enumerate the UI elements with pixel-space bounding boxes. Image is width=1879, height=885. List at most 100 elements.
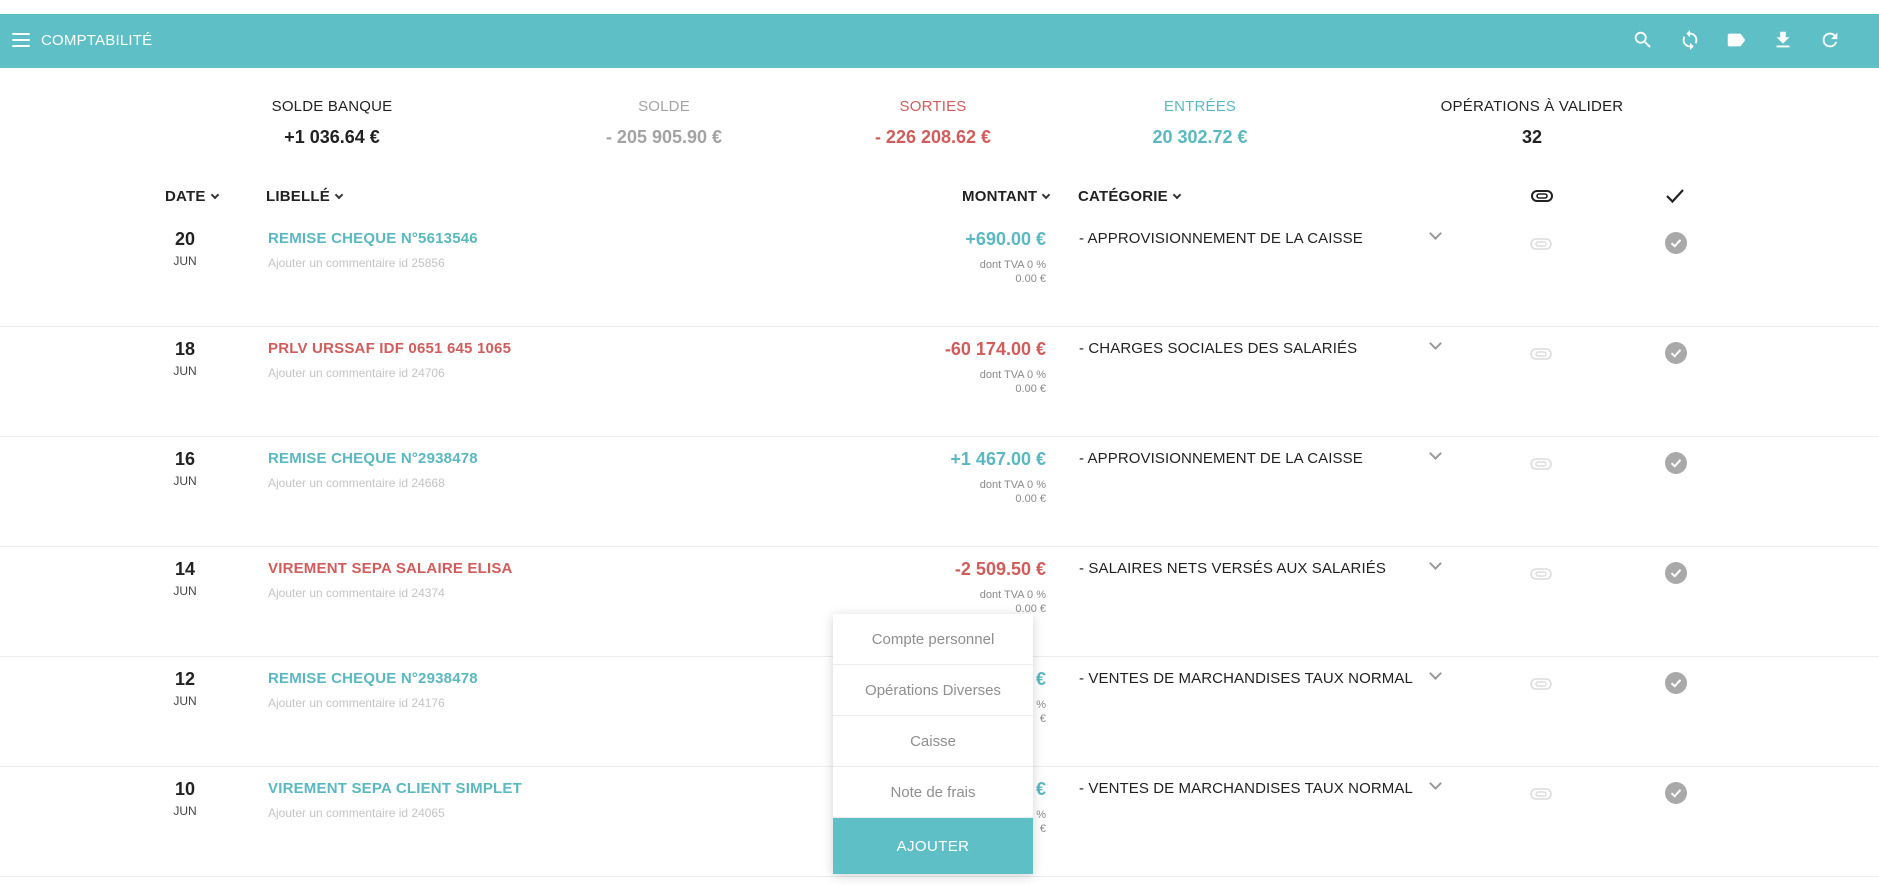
row-tva-label: % bbox=[1036, 809, 1046, 821]
dropdown-item-cash[interactable]: Caisse bbox=[833, 716, 1033, 767]
validate-check-icon[interactable] bbox=[1665, 782, 1687, 804]
column-category-label: CATÉGORIE bbox=[1078, 188, 1168, 205]
validate-check-icon[interactable] bbox=[1665, 672, 1687, 694]
row-tva-label: dont TVA 0 % bbox=[979, 479, 1046, 491]
bank-balance-label: SOLDE BANQUE bbox=[271, 98, 393, 115]
row-label[interactable]: REMISE CHEQUE N°2938478 bbox=[268, 670, 478, 687]
chevron-down-icon[interactable] bbox=[1429, 227, 1442, 240]
paperclip-icon[interactable] bbox=[1530, 677, 1552, 695]
row-amount: € bbox=[1035, 669, 1046, 689]
balance-label: SOLDE bbox=[638, 98, 690, 115]
column-date[interactable]: DATE bbox=[165, 188, 219, 205]
tag-icon[interactable] bbox=[1723, 27, 1749, 53]
table-header: DATE LIBELLÉ MONTANT CATÉGORIE bbox=[0, 188, 1879, 212]
dropdown-item-expense-report[interactable]: Note de frais bbox=[833, 767, 1033, 818]
row-category[interactable]: - VENTES DE MARCHANDISES TAUX NORMAL bbox=[1079, 780, 1413, 797]
add-button[interactable]: AJOUTER bbox=[833, 818, 1033, 874]
row-month: JUN bbox=[173, 584, 197, 598]
inflows-value: 20 302.72 € bbox=[1152, 127, 1248, 147]
menu-icon[interactable] bbox=[12, 33, 30, 47]
inflows: ENTRÉES 20 302.72 € bbox=[1080, 98, 1320, 148]
row-category[interactable]: - APPROVISIONNEMENT DE LA CAISSE bbox=[1079, 450, 1363, 467]
row-label[interactable]: REMISE CHEQUE N°5613546 bbox=[268, 230, 478, 247]
row-tva-amount: € bbox=[1039, 823, 1046, 835]
column-category[interactable]: CATÉGORIE bbox=[1078, 188, 1182, 205]
paperclip-icon[interactable] bbox=[1530, 237, 1552, 255]
row-tva-label: dont TVA 0 % bbox=[979, 259, 1046, 271]
summary-bar: SOLDE BANQUE +1 036.64 € SOLDE - 205 905… bbox=[0, 98, 1879, 158]
inflows-label: ENTRÉES bbox=[1163, 98, 1237, 115]
operations-to-validate-value: 32 bbox=[1521, 127, 1543, 147]
row-category[interactable]: - CHARGES SOCIALES DES SALARIÉS bbox=[1079, 340, 1357, 357]
row-tva-label: % bbox=[1036, 699, 1046, 711]
validate-check-icon[interactable] bbox=[1665, 342, 1687, 364]
chevron-down-icon bbox=[1172, 190, 1182, 199]
row-label[interactable]: VIREMENT SEPA SALAIRE ELISA bbox=[268, 560, 513, 577]
bank-balance: SOLDE BANQUE +1 036.64 € bbox=[212, 98, 452, 148]
row-month: JUN bbox=[173, 804, 197, 818]
row-add-comment[interactable]: Ajouter un commentaire id 24176 bbox=[268, 696, 445, 710]
chevron-down-icon[interactable] bbox=[1429, 557, 1442, 570]
chevron-down-icon[interactable] bbox=[1429, 337, 1442, 350]
validate-check-icon[interactable] bbox=[1665, 562, 1687, 584]
column-amount-label: MONTANT bbox=[962, 188, 1038, 205]
row-day: 12 bbox=[174, 669, 196, 689]
row-day: 18 bbox=[174, 339, 196, 359]
row-tva-amount: 0.00 € bbox=[1015, 493, 1046, 505]
column-amount[interactable]: MONTANT bbox=[962, 188, 1051, 205]
row-add-comment[interactable]: Ajouter un commentaire id 24374 bbox=[268, 586, 445, 600]
row-day: 16 bbox=[174, 449, 196, 469]
row-label[interactable]: REMISE CHEQUE N°2938478 bbox=[268, 450, 478, 467]
paperclip-icon[interactable] bbox=[1530, 457, 1552, 475]
row-month: JUN bbox=[173, 694, 197, 708]
outflows: SORTIES - 226 208.62 € bbox=[813, 98, 1053, 148]
table-row[interactable]: 18 JUN PRLV URSSAF IDF 0651 645 1065 Ajoute… bbox=[0, 327, 1879, 437]
chevron-down-icon bbox=[210, 190, 219, 199]
paperclip-icon[interactable] bbox=[1530, 347, 1552, 365]
refresh-icon[interactable] bbox=[1817, 27, 1843, 53]
row-add-comment[interactable]: Ajouter un commentaire id 24065 bbox=[268, 806, 445, 820]
row-label[interactable]: PRLV URSSAF IDF 0651 645 1065 bbox=[268, 340, 511, 357]
sync-icon[interactable] bbox=[1677, 27, 1703, 53]
chevron-down-icon[interactable] bbox=[1429, 667, 1442, 680]
table-row[interactable]: 16 JUN REMISE CHEQUE N°2938478 Ajouter un c… bbox=[0, 437, 1879, 547]
account-dropdown: Compte personnel Opérations Diverses Cai… bbox=[833, 614, 1033, 874]
row-amount: +690.00 € bbox=[965, 229, 1046, 249]
dropdown-item-misc-operations[interactable]: Opérations Diverses bbox=[833, 665, 1033, 716]
row-add-comment[interactable]: Ajouter un commentaire id 24668 bbox=[268, 476, 445, 490]
outflows-value: - 226 208.62 € bbox=[874, 127, 992, 147]
validate-check-icon[interactable] bbox=[1665, 452, 1687, 474]
app-bar: COMPTABILITÉ bbox=[0, 14, 1879, 68]
row-tva-amount: 0.00 € bbox=[1015, 273, 1046, 285]
column-label[interactable]: LIBELLÉ bbox=[266, 188, 344, 205]
row-month: JUN bbox=[173, 474, 197, 488]
row-tva-label: dont TVA 0 % bbox=[979, 589, 1046, 601]
row-amount: +1 467.00 € bbox=[950, 449, 1046, 469]
row-category[interactable]: - SALAIRES NETS VERSÉS AUX SALARIÉS bbox=[1079, 560, 1386, 577]
row-month: JUN bbox=[173, 364, 197, 378]
operations-to-validate: OPÉRATIONS À VALIDER 32 bbox=[1412, 98, 1652, 148]
column-label-label: LIBELLÉ bbox=[266, 188, 330, 205]
outflows-label: SORTIES bbox=[899, 98, 967, 115]
row-add-comment[interactable]: Ajouter un commentaire id 25856 bbox=[268, 256, 445, 270]
row-day: 20 bbox=[174, 229, 196, 249]
paperclip-icon[interactable] bbox=[1531, 190, 1553, 202]
download-icon[interactable] bbox=[1770, 27, 1796, 53]
search-icon[interactable] bbox=[1630, 27, 1656, 53]
validate-check-icon[interactable] bbox=[1665, 232, 1687, 254]
row-add-comment[interactable]: Ajouter un commentaire id 24706 bbox=[268, 366, 445, 380]
chevron-down-icon bbox=[1042, 190, 1051, 199]
dropdown-item-personal-account[interactable]: Compte personnel bbox=[833, 614, 1033, 665]
paperclip-icon[interactable] bbox=[1530, 567, 1552, 585]
table-row[interactable]: 20 JUN REMISE CHEQUE N°5613546 Ajouter un c… bbox=[0, 217, 1879, 327]
row-label[interactable]: VIREMENT SEPA CLIENT SIMPLET bbox=[268, 780, 522, 797]
row-amount: -2 509.50 € bbox=[954, 559, 1046, 579]
row-category[interactable]: - APPROVISIONNEMENT DE LA CAISSE bbox=[1079, 230, 1363, 247]
chevron-down-icon[interactable] bbox=[1429, 447, 1442, 460]
paperclip-icon[interactable] bbox=[1530, 787, 1552, 805]
app-title: COMPTABILITÉ bbox=[41, 32, 153, 49]
row-category[interactable]: - VENTES DE MARCHANDISES TAUX NORMAL bbox=[1079, 670, 1413, 687]
row-tva-amount: 0.00 € bbox=[1015, 383, 1046, 395]
chevron-down-icon[interactable] bbox=[1429, 777, 1442, 790]
checkmark-icon[interactable] bbox=[1666, 188, 1684, 204]
